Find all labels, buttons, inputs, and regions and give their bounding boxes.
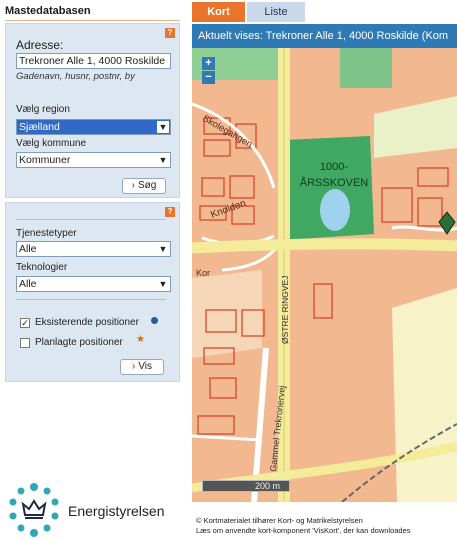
service-types-select[interactable]: Alle ▼ [16,241,171,257]
show-button-label: Vis [138,361,153,372]
map-label-forest-1: 1000- [320,161,348,173]
credits-line-1: © Kortmaterialet tilhører Kort- og Matri… [196,516,363,525]
municipality-value: Kommuner [19,154,71,166]
chevron-right-icon: › [131,361,136,372]
filter-divider [16,219,166,220]
address-input[interactable]: Trekroner Alle 1, 4000 Roskilde [16,53,171,69]
title-divider [5,20,180,21]
logo-text: Energistyrelsen [68,503,165,519]
sidebar: Mastedatabasen ? Adresse: Trekroner Alle… [0,0,183,541]
map-scale-bar: 200 m [202,480,290,492]
technologies-select[interactable]: Alle ▼ [16,276,171,292]
existing-positions-label: Eksisterende positioner [35,317,139,328]
view-tabs: Kort Liste [192,0,457,22]
map-header: Aktuelt vises: Trekroner Alle 1, 4000 Ro… [192,24,457,48]
service-types-label: Tjenestetyper [16,228,77,239]
region-label: Vælg region [16,104,70,115]
map-label-kor: Kor [196,268,210,278]
map-label-forest-2: ÅRSSKOVEN [300,176,369,189]
region-value: Sjælland [19,121,60,133]
map-credits: © Kortmaterialet tilhører Kort- og Matri… [196,516,457,536]
planned-positions-checkbox[interactable] [20,338,30,348]
map-view[interactable]: Skolegangen 1000- ÅRSSKOVEN Knolden Kor … [192,48,457,502]
chevron-down-icon: ▼ [158,279,168,289]
municipality-select[interactable]: Kommuner ▼ [16,152,171,168]
planned-positions-label: Planlagte positioner [35,337,123,348]
technologies-label: Teknologier [16,262,68,273]
filter-panel: ? Tjenestetyper Alle ▼ Teknologier Alle … [5,202,180,382]
app-title: Mastedatabasen [5,5,91,17]
chevron-down-icon: ▼ [158,244,168,254]
tab-map[interactable]: Kort [192,2,245,22]
chevron-down-icon: ▼ [158,155,168,165]
energistyrelsen-logo-icon [9,483,59,537]
app-window: Mastedatabasen ? Adresse: Trekroner Alle… [0,0,457,541]
tab-list[interactable]: Liste [247,2,305,22]
filter-divider-2 [16,299,166,300]
search-panel: ? Adresse: Trekroner Alle 1, 4000 Roskil… [5,23,180,198]
technologies-value: Alle [19,278,37,290]
help-icon[interactable]: ? [165,207,175,217]
address-label: Adresse: [16,38,64,52]
service-types-value: Alle [19,243,37,255]
map-label-oestre-ringvej: ØSTRE RINGVEJ [280,276,290,344]
show-button[interactable]: › Vis [120,359,164,375]
map-scale-label: 200 m [255,481,281,491]
zoom-out-button[interactable]: − [202,71,215,84]
zoom-in-button[interactable]: + [202,57,215,70]
address-hint: Gadenavn, husnr, postnr, by [16,71,135,82]
help-icon[interactable]: ? [165,28,175,38]
existing-positions-checkbox[interactable]: ✓ [20,318,30,328]
chevron-down-icon: ▼ [157,121,169,133]
existing-marker-icon [151,317,158,324]
region-select[interactable]: Sjælland ▼ [16,119,171,135]
chevron-right-icon: › [131,180,135,191]
search-button[interactable]: › Søg [122,178,166,194]
map-canvas[interactable]: Skolegangen 1000- ÅRSSKOVEN Knolden Kor … [192,48,457,502]
planned-marker-icon: ★ [136,334,145,345]
search-button-label: Søg [138,180,157,191]
municipality-label: Vælg kommune [16,138,87,149]
credits-line-2: Læs om anvendte kort-komponent 'VisKort'… [196,526,411,535]
